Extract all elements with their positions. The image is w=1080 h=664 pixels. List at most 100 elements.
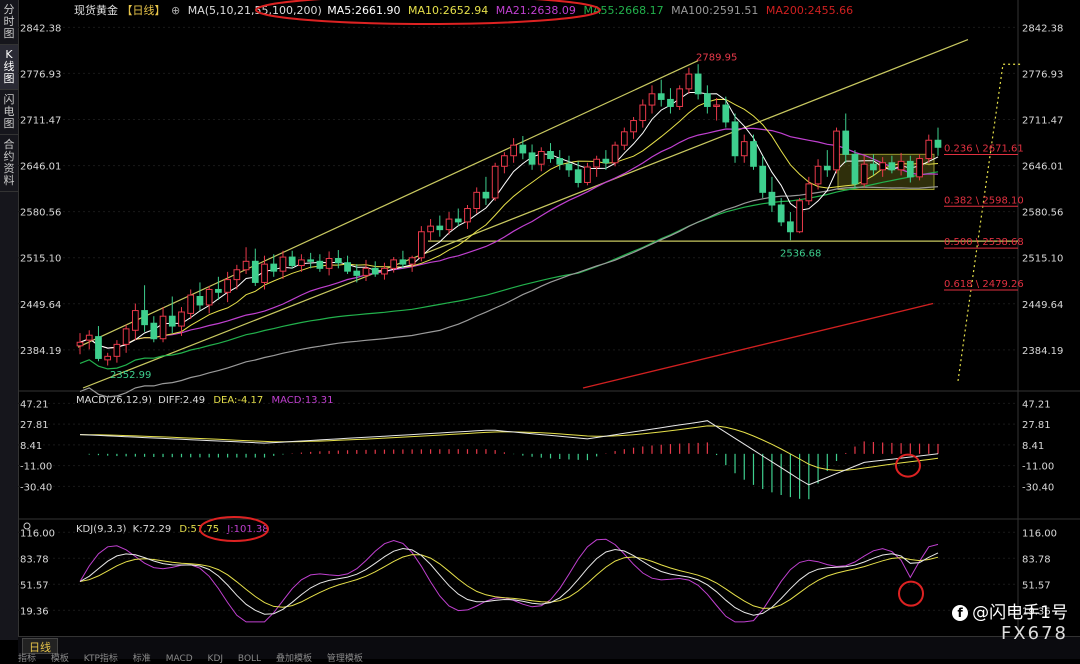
y-tick-label: 2711.47 — [20, 116, 61, 127]
candle — [454, 218, 462, 223]
kline-chart[interactable]: 现货黄金 【日线】 ⊕ MA(5,10,21,55,100,200) MA5:2… — [18, 0, 1080, 658]
candle — [519, 144, 527, 154]
candle — [547, 151, 554, 160]
kdj-j: J:101.38 — [226, 524, 268, 535]
candle — [722, 104, 730, 123]
candle — [427, 225, 434, 233]
candle — [279, 256, 287, 272]
ma5-value: MA5:2661.90 — [327, 4, 400, 17]
watermark: f @闪电手1号 FX678 — [952, 598, 1068, 644]
watermark-brand: FX678 — [1000, 623, 1068, 644]
candle — [537, 151, 545, 165]
low-annotation: 2352.99 — [110, 370, 151, 381]
y-tick-label: 2449.64 — [1022, 300, 1063, 311]
candle — [602, 158, 610, 164]
tab-macd[interactable]: MACD — [166, 654, 193, 664]
y-tick-label: 47.21 — [20, 399, 49, 410]
sidebar-tab-contract[interactable]: 合约资料 — [0, 135, 18, 192]
candle — [85, 334, 93, 341]
candle — [307, 259, 315, 262]
low-annotation: 2536.68 — [780, 249, 821, 260]
candle — [381, 267, 388, 275]
candle — [436, 225, 444, 231]
y-tick-label: 8.41 — [1022, 441, 1044, 452]
tab-ktp[interactable]: KTP指标 — [84, 654, 118, 664]
candle — [95, 336, 102, 359]
tab-manage[interactable]: 管理模板 — [327, 654, 363, 664]
candle — [353, 270, 361, 276]
fib-level-label: 0.236 \ 2671.61 — [944, 144, 1024, 155]
candle — [833, 130, 840, 171]
candle — [298, 259, 305, 267]
candle — [362, 267, 370, 276]
kdj-label: KDJ(9,3,3) — [76, 524, 127, 535]
candle — [703, 93, 711, 107]
candle — [215, 288, 222, 293]
candle — [676, 88, 684, 107]
candle — [334, 257, 342, 264]
y-tick-label: 2646.01 — [1022, 162, 1063, 173]
candle — [860, 163, 868, 185]
candle — [620, 131, 628, 146]
candle — [906, 160, 914, 178]
candle — [233, 269, 241, 281]
candle — [934, 139, 942, 148]
y-tick-label: 83.78 — [20, 554, 49, 565]
candle — [178, 311, 185, 327]
sidebar-tab-kline[interactable]: K线图 — [0, 45, 18, 90]
sidebar-tab-flash[interactable]: 闪电图 — [0, 90, 18, 135]
candle — [787, 221, 794, 233]
highlight-circle — [898, 580, 924, 607]
candle — [584, 166, 591, 183]
y-tick-label: -30.40 — [1022, 482, 1054, 493]
candle — [501, 155, 508, 167]
candle — [740, 141, 748, 157]
tab-indicator[interactable]: 指标 — [18, 654, 36, 664]
candle — [325, 257, 333, 269]
fib-level-label: 0.382 \ 2598.10 — [944, 195, 1024, 206]
tab-template[interactable]: 模板 — [51, 654, 69, 664]
y-tick-label: 2842.38 — [1022, 23, 1063, 34]
candle — [731, 121, 739, 157]
y-tick-label: 2515.10 — [20, 254, 61, 265]
sidebar-tab-timeshare[interactable]: 分时图 — [0, 0, 18, 45]
candle — [187, 294, 195, 314]
candle — [870, 163, 877, 171]
candle — [574, 169, 582, 183]
y-tick-label: 2449.64 — [20, 300, 61, 311]
candle — [270, 263, 278, 272]
candle — [796, 200, 803, 233]
instrument-name: 现货黄金 — [74, 3, 118, 17]
fib-level-label: 0.618 \ 2479.26 — [944, 279, 1024, 290]
candle — [750, 141, 757, 167]
candle — [667, 98, 674, 107]
candle — [759, 165, 767, 193]
candle — [408, 257, 416, 265]
tab-boll[interactable]: BOLL — [238, 654, 261, 664]
projection-line — [957, 63, 1023, 382]
add-icon[interactable]: ⊕ — [171, 4, 180, 17]
candle — [344, 262, 351, 272]
high-annotation: 2789.95 — [696, 52, 737, 63]
kdj-d-line — [79, 554, 939, 609]
y-tick-label: -11.00 — [20, 462, 52, 473]
candle — [141, 310, 148, 326]
candle — [611, 144, 619, 164]
y-tick-label: 2580.56 — [1022, 208, 1063, 219]
candle — [371, 267, 379, 275]
y-tick-label: 2580.56 — [20, 208, 61, 219]
tab-overlay[interactable]: 叠加模板 — [276, 654, 312, 664]
candle — [390, 259, 398, 269]
candle — [916, 158, 923, 178]
kdj-k: K:72.29 — [133, 524, 172, 535]
tab-kdj[interactable]: KDJ — [208, 654, 224, 664]
candle — [648, 93, 656, 106]
candle — [473, 191, 481, 210]
y-tick-label: 116.00 — [1022, 528, 1057, 539]
candle — [805, 183, 813, 202]
candle — [897, 160, 905, 171]
candle — [851, 153, 859, 185]
tab-standard[interactable]: 标准 — [133, 654, 151, 664]
watermark-handle: @闪电手1号 — [972, 603, 1068, 623]
candle — [399, 259, 407, 265]
